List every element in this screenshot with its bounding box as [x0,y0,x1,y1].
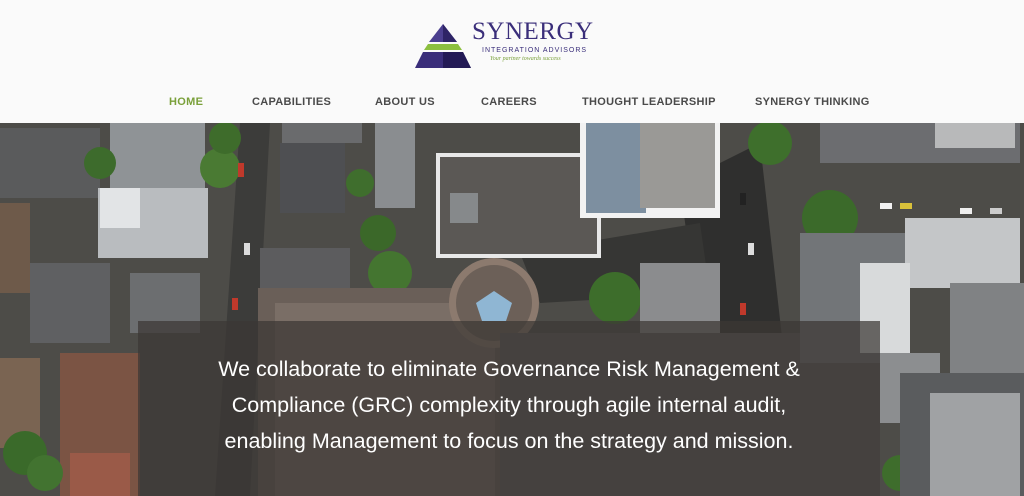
hero-line-3: enabling Management to focus on the stra… [224,429,794,453]
nav-thought-leadership[interactable]: THOUGHT LEADERSHIP [582,96,716,108]
nav-careers[interactable]: CAREERS [481,96,537,108]
site-header: SYNERGY INTEGRATION ADVISORS Your partne… [0,0,1024,123]
brand-name: SYNERGY [472,18,594,45]
brand-subtitle: INTEGRATION ADVISORS [482,47,588,54]
nav-home[interactable]: HOME [169,96,203,108]
synergy-logo[interactable]: SYNERGY INTEGRATION ADVISORS Your partne… [413,18,593,74]
hero-overlay: We collaborate to eliminate Governance R… [138,321,880,496]
hero-line-2: Compliance (GRC) complexity through agil… [231,393,787,417]
brand-tagline: Your partner towards success [490,56,561,62]
hero-statement: We collaborate to eliminate Governance R… [138,351,880,459]
nav-about-us[interactable]: ABOUT US [375,96,435,108]
nav-capabilities[interactable]: CAPABILITIES [252,96,331,108]
nav-synergy-thinking[interactable]: SYNERGY THINKING [755,96,870,108]
pyramid-logo-icon [415,24,471,68]
main-nav: HOME CAPABILITIES ABOUT US CAREERS THOUG… [0,96,1024,112]
hero-banner: We collaborate to eliminate Governance R… [0,123,1024,496]
hero-line-1: We collaborate to eliminate Governance R… [218,357,800,381]
